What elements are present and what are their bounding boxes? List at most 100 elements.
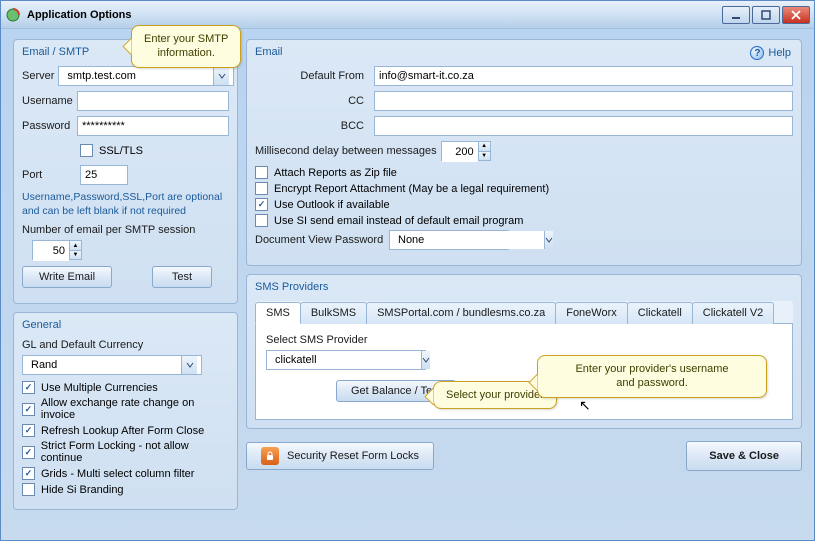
use-outlook-label: Use Outlook if available	[274, 199, 390, 211]
password-label: Password	[22, 120, 73, 132]
test-button[interactable]: Test	[152, 266, 212, 288]
docview-input[interactable]	[394, 231, 544, 249]
spinner-buttons[interactable]: ▲▼	[478, 142, 490, 160]
docview-label: Document View Password	[255, 234, 385, 246]
docview-combo[interactable]	[389, 230, 509, 250]
port-label: Port	[22, 169, 76, 181]
strict-lock-checkbox[interactable]: Strict Form Locking - not allow continue	[22, 440, 229, 464]
attach-zip-checkbox[interactable]: Attach Reports as Zip file	[255, 166, 793, 179]
hide-branding-checkbox[interactable]: Hide Si Branding	[22, 483, 229, 496]
checkbox-box	[22, 381, 35, 394]
persession-label: Number of email per SMTP session	[22, 224, 229, 236]
ms-delay-spinner[interactable]: ▲▼	[441, 141, 491, 161]
checkbox-box	[22, 403, 35, 416]
chevron-down-icon[interactable]	[421, 351, 430, 369]
checkbox-box	[80, 144, 93, 157]
cc-input[interactable]	[374, 91, 793, 111]
tab-clickatell-v2[interactable]: Clickatell V2	[692, 302, 775, 324]
default-from-input[interactable]	[374, 66, 793, 86]
help-label: Help	[768, 47, 791, 59]
cursor-icon: ↖	[579, 397, 591, 414]
general-groupbox: General GL and Default Currency Use Mult…	[13, 312, 238, 510]
tab-clickatell[interactable]: Clickatell	[627, 302, 693, 324]
tab-smsportal[interactable]: SMSPortal.com / bundlesms.co.za	[366, 302, 556, 324]
tab-foneworx[interactable]: FoneWorx	[555, 302, 628, 324]
provider-combo[interactable]	[266, 350, 426, 370]
checkbox-box	[255, 214, 268, 227]
server-combo[interactable]	[58, 66, 234, 86]
server-input[interactable]	[63, 67, 213, 85]
encrypt-label: Encrypt Report Attachment (May be a lega…	[274, 183, 549, 195]
minimize-button[interactable]	[722, 6, 750, 24]
email-legend: Email	[255, 46, 793, 58]
checkbox-box	[255, 182, 268, 195]
spin-up-icon[interactable]: ▲	[479, 142, 490, 152]
username-label: Username	[22, 95, 73, 107]
window-title: Application Options	[27, 9, 722, 21]
bcc-label: BCC	[255, 120, 370, 132]
sms-legend: SMS Providers	[255, 281, 793, 293]
select-provider-label: Select SMS Provider	[266, 334, 782, 346]
refresh-lookup-checkbox[interactable]: Refresh Lookup After Form Close	[22, 424, 229, 437]
checkbox-box	[22, 467, 35, 480]
spin-up-icon[interactable]: ▲	[70, 241, 81, 251]
app-icon	[5, 7, 21, 23]
chevron-down-icon[interactable]	[213, 67, 229, 85]
general-legend: General	[22, 319, 229, 331]
smtp-note: Username,Password,SSL,Port are optional …	[22, 191, 229, 218]
use-multi-curr-checkbox[interactable]: Use Multiple Currencies	[22, 381, 229, 394]
gl-currency-label: GL and Default Currency	[22, 339, 229, 351]
chevron-down-icon[interactable]	[181, 356, 197, 374]
bcc-input[interactable]	[374, 116, 793, 136]
spin-down-icon[interactable]: ▼	[70, 251, 81, 260]
titlebar: Application Options	[1, 1, 814, 29]
use-multi-curr-label: Use Multiple Currencies	[41, 382, 158, 394]
ms-delay-input[interactable]	[442, 142, 478, 162]
security-reset-button[interactable]: Security Reset Form Locks	[246, 442, 434, 470]
grids-filter-label: Grids - Multi select column filter	[41, 468, 194, 480]
attach-zip-label: Attach Reports as Zip file	[274, 167, 397, 179]
smtp-groupbox: Email / SMTP Server Username Password	[13, 39, 238, 304]
allow-exch-checkbox[interactable]: Allow exchange rate change on invoice	[22, 397, 229, 421]
sms-tabs: SMS BulkSMS SMSPortal.com / bundlesms.co…	[255, 301, 793, 324]
use-outlook-checkbox[interactable]: Use Outlook if available	[255, 198, 793, 211]
right-column: Email ? Help Default From CC BCC Millise…	[246, 39, 802, 510]
provider-input[interactable]	[271, 351, 421, 369]
maximize-button[interactable]	[752, 6, 780, 24]
use-si-send-checkbox[interactable]: Use SI send email instead of default ema…	[255, 214, 793, 227]
gl-currency-combo[interactable]	[22, 355, 202, 375]
tab-sms[interactable]: SMS	[255, 302, 301, 324]
ms-delay-label: Millisecond delay between messages	[255, 145, 437, 157]
window-body: Email / SMTP Server Username Password	[1, 29, 814, 520]
grids-filter-checkbox[interactable]: Grids - Multi select column filter	[22, 467, 229, 480]
gl-currency-input[interactable]	[27, 356, 181, 374]
default-from-label: Default From	[255, 70, 370, 82]
ssltls-label: SSL/TLS	[99, 145, 143, 157]
refresh-lookup-label: Refresh Lookup After Form Close	[41, 425, 204, 437]
password-input[interactable]	[77, 116, 229, 136]
checkbox-box	[22, 424, 35, 437]
spinner-buttons[interactable]: ▲▼	[69, 241, 81, 259]
username-input[interactable]	[77, 91, 229, 111]
persession-spinner[interactable]: ▲▼	[32, 240, 82, 260]
checkbox-box	[22, 483, 35, 496]
persession-input[interactable]	[33, 241, 69, 261]
write-email-button[interactable]: Write Email	[22, 266, 112, 288]
chevron-down-icon[interactable]	[544, 231, 553, 249]
titlebar-buttons	[722, 6, 810, 24]
spin-down-icon[interactable]: ▼	[479, 152, 490, 161]
ssltls-checkbox[interactable]: SSL/TLS	[80, 144, 143, 157]
use-si-send-label: Use SI send email instead of default ema…	[274, 215, 523, 227]
port-input[interactable]	[80, 165, 128, 185]
bottom-row: Security Reset Form Locks Save & Close	[246, 437, 802, 471]
left-column: Email / SMTP Server Username Password	[13, 39, 238, 510]
save-close-button[interactable]: Save & Close	[686, 441, 802, 471]
tab-bulksms[interactable]: BulkSMS	[300, 302, 367, 324]
encrypt-checkbox[interactable]: Encrypt Report Attachment (May be a lega…	[255, 182, 793, 195]
security-reset-label: Security Reset Form Locks	[287, 450, 419, 462]
allow-exch-label: Allow exchange rate change on invoice	[41, 397, 229, 421]
checkbox-box	[22, 446, 35, 459]
help-link[interactable]: ? Help	[750, 46, 791, 60]
lock-icon	[261, 447, 279, 465]
close-button[interactable]	[782, 6, 810, 24]
